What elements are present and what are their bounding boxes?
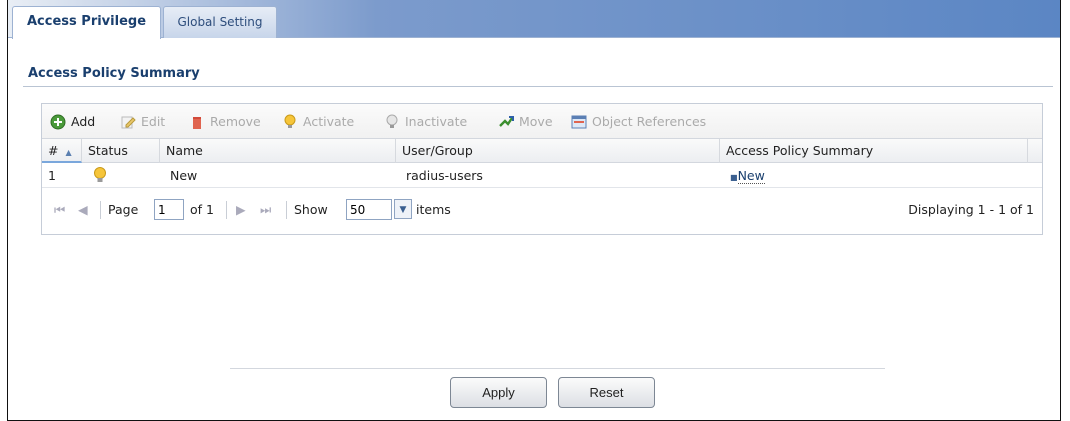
remove-label: Remove — [210, 114, 261, 129]
page-size-select[interactable] — [346, 199, 392, 220]
tab-access-privilege[interactable]: Access Privilege — [12, 6, 162, 39]
sort-asc-icon: ▲ — [65, 148, 72, 157]
last-page-icon[interactable]: ⏭ — [260, 200, 271, 220]
edit-label: Edit — [141, 114, 166, 129]
pager-divider — [100, 201, 101, 219]
edit-button[interactable]: Edit — [120, 113, 165, 131]
add-icon — [50, 114, 66, 130]
row-name: New — [170, 168, 198, 183]
trash-icon — [193, 117, 201, 129]
remove-button[interactable]: Remove — [189, 113, 261, 131]
row-status — [86, 163, 126, 188]
add-label: Add — [71, 114, 96, 129]
row-policy-cell: ■New — [724, 163, 1024, 188]
tab-global-setting[interactable]: Global Setting — [163, 6, 277, 38]
page-label: Page — [108, 202, 139, 217]
prev-page-icon[interactable]: ◀ — [78, 200, 88, 220]
first-page-icon[interactable]: ⏮ — [54, 200, 65, 220]
inactivate-button[interactable]: Inactivate — [384, 113, 467, 131]
column-status[interactable]: Status — [82, 139, 160, 163]
policy-grid-panel: Add Edit Remove Activate Inactivate Move… — [41, 103, 1043, 235]
of-pages-label: of 1 — [190, 202, 214, 217]
column-access-policy-summary[interactable]: Access Policy Summary — [720, 139, 1028, 163]
pager-divider — [286, 201, 287, 219]
row-user-group: radius-users — [406, 168, 483, 183]
table-row[interactable]: 1 New radius-users ■New — [42, 163, 1042, 188]
section-title: Access Policy Summary — [28, 66, 200, 81]
row-index: 1 — [48, 168, 56, 183]
object-references-button[interactable]: Object References — [571, 113, 706, 131]
column-user-group[interactable]: User/Group — [396, 139, 720, 163]
lightbulb-off-icon — [386, 114, 398, 128]
window-frame: Access Privilege Global Setting Access P… — [7, 0, 1061, 421]
items-label: items — [416, 202, 451, 217]
edit-icon — [121, 116, 136, 129]
object-references-label: Object References — [592, 114, 707, 129]
move-label: Move — [519, 114, 553, 129]
pager-divider — [226, 201, 227, 219]
policy-link-icon: ■ — [730, 173, 738, 182]
section-divider — [23, 86, 1053, 87]
page-input[interactable] — [154, 199, 184, 220]
displaying-count: Displaying 1 - 1 of 1 — [908, 202, 1034, 217]
pager: ⏮ ◀ Page of 1 ▶ ⏭ Show ▼ items Displayin… — [42, 189, 1042, 234]
reset-button[interactable]: Reset — [558, 377, 655, 408]
object-references-icon — [571, 115, 587, 129]
column-name[interactable]: Name — [160, 139, 396, 163]
activate-label: Activate — [303, 114, 355, 129]
next-page-icon[interactable]: ▶ — [236, 200, 246, 220]
move-button[interactable]: Move — [498, 113, 553, 131]
apply-button[interactable]: Apply — [450, 377, 547, 408]
footer-divider — [230, 368, 885, 369]
move-icon — [499, 116, 514, 127]
chevron-down-icon[interactable]: ▼ — [394, 199, 412, 219]
column-index[interactable]: # ▲ — [42, 139, 82, 163]
lightbulb-on-icon — [284, 114, 296, 128]
grid-header: # ▲ Status Name User/Group Access Policy… — [42, 139, 1042, 163]
toolbar: Add Edit Remove Activate Inactivate Move… — [42, 104, 1042, 139]
inactivate-label: Inactivate — [405, 114, 468, 129]
tab-bar: Access Privilege Global Setting — [8, 0, 1060, 39]
lightbulb-on-icon — [94, 167, 106, 182]
policy-link[interactable]: New — [737, 168, 765, 184]
activate-button[interactable]: Activate — [282, 113, 354, 131]
show-label: Show — [294, 202, 328, 217]
add-button[interactable]: Add — [50, 113, 95, 131]
